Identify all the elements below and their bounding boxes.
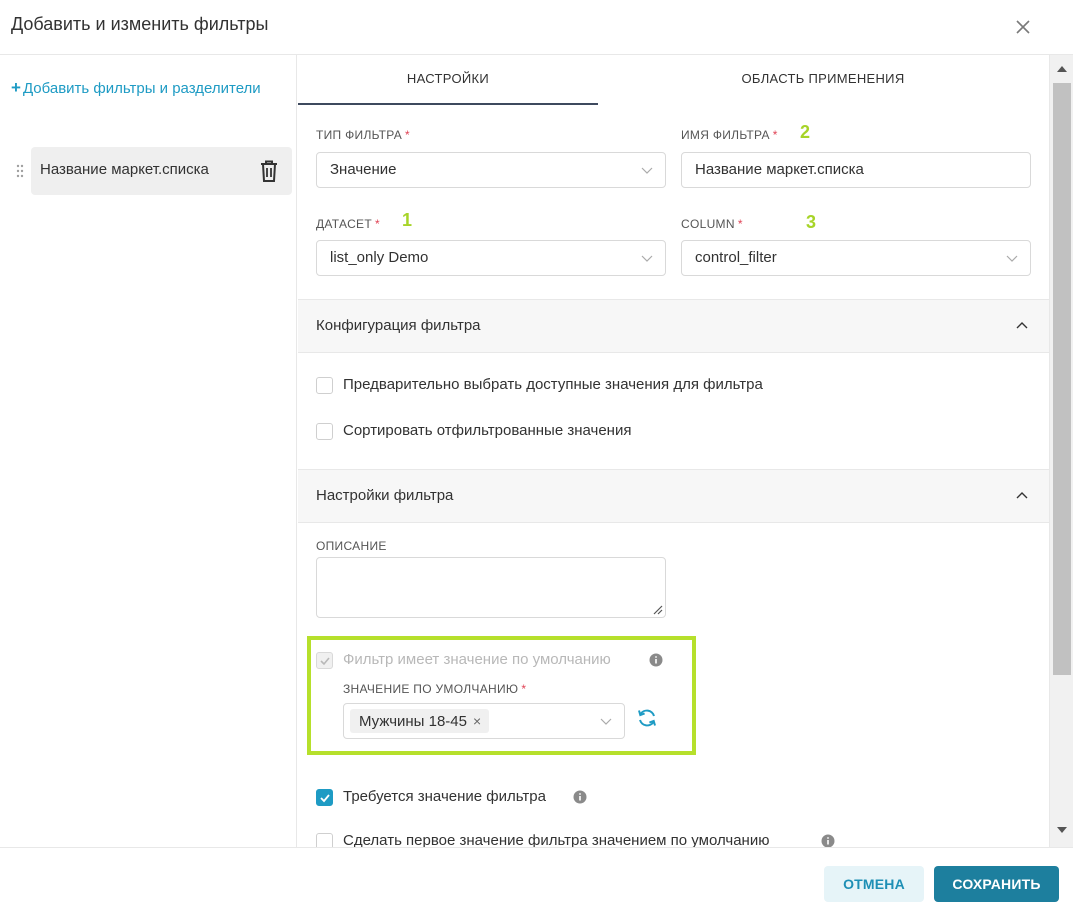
add-filters-link[interactable]: + Добавить фильтры и разделители [11,75,261,102]
required-value-checkbox[interactable] [316,789,333,806]
modal-title: Добавить и изменить фильтры [11,14,269,34]
preselect-values-checkbox[interactable] [316,377,333,394]
column-label-text: COLUMN [681,217,735,231]
required-marker: * [405,128,411,142]
default-value-tag: Мужчины 18-45 × [350,709,490,733]
has-default-value-checkbox[interactable] [316,652,333,669]
section-filter-settings-header[interactable]: Настройки фильтра [298,469,1049,523]
preselect-values-label: Предварительно выбрать доступные значени… [343,376,763,393]
save-button[interactable]: СОХРАНИТЬ [934,866,1059,902]
tabs: НАСТРОЙКИ ОБЛАСТЬ ПРИМЕНЕНИЯ [298,55,1049,105]
filter-settings-panel: НАСТРОЙКИ ОБЛАСТЬ ПРИМЕНЕНИЯ ТИП ФИЛЬТРА… [298,55,1049,847]
sidebar-filter-item[interactable]: Название маркет.списка [16,147,292,195]
description-textarea[interactable] [316,557,666,618]
default-value-label-text: ЗНАЧЕНИЕ ПО УМОЛЧАНИЮ [343,682,519,696]
chevron-up-icon [1016,322,1028,329]
close-button[interactable] [1008,12,1038,42]
required-marker: * [737,217,743,231]
default-value-select[interactable]: Мужчины 18-45 × [343,703,625,739]
sort-values-checkbox[interactable] [316,423,333,440]
section-filter-settings-title: Настройки фильтра [316,487,454,504]
dataset-label: ДАТАСЕТ * [316,217,380,231]
chevron-down-icon [641,167,653,174]
filter-name-input[interactable]: Название маркет.списка [681,152,1031,188]
filter-type-label: ТИП ФИЛЬТРА * [316,128,410,142]
section-filter-config-header[interactable]: Конфигурация фильтра [298,299,1049,353]
scroll-down-icon[interactable] [1056,826,1068,834]
scroll-thumb[interactable] [1053,83,1071,675]
required-marker: * [772,128,778,142]
annotation-marker-2: 2 [800,122,811,142]
drag-handle-icon[interactable] [15,163,25,179]
dataset-value: list_only Demo [330,249,429,266]
filter-name-label-text: ИМЯ ФИЛЬТРА [681,128,770,142]
dataset-select[interactable]: list_only Demo [316,240,666,276]
chevron-down-icon [641,255,653,262]
trash-icon[interactable] [257,158,281,184]
required-marker: * [521,682,527,696]
sidebar-filter-label: Название маркет.списка [40,161,209,178]
has-default-value-label: Фильтр имеет значение по умолчанию [343,651,611,668]
required-marker: * [374,217,380,231]
dataset-label-text: ДАТАСЕТ [316,217,372,231]
default-value-tag-label: Мужчины 18-45 [359,713,467,730]
column-label: COLUMN * [681,217,743,231]
info-icon [821,834,835,847]
first-default-checkbox[interactable] [316,833,333,847]
filter-type-value: Значение [330,161,397,178]
cancel-button[interactable]: ОТМЕНА [824,866,924,902]
checkmark-icon [320,794,330,803]
modal-footer: ОТМЕНА СОХРАНИТЬ [0,847,1073,909]
tab-scope[interactable]: ОБЛАСТЬ ПРИМЕНЕНИЯ [673,55,973,105]
filter-type-select[interactable]: Значение [316,152,666,188]
checkmark-icon [320,657,330,666]
section-filter-config-title: Конфигурация фильтра [316,317,481,334]
filter-type-label-text: ТИП ФИЛЬТРА [316,128,403,142]
resize-grip-icon[interactable] [651,603,663,615]
annotation-marker-3: 3 [806,212,817,232]
close-icon [1016,20,1030,34]
info-icon [649,653,663,667]
modal-header: Добавить и изменить фильтры [0,0,1073,55]
sort-values-label: Сортировать отфильтрованные значения [343,422,632,439]
refresh-icon[interactable] [636,707,658,729]
plus-icon: + [11,78,21,97]
info-icon [573,790,587,804]
filter-name-label: ИМЯ ФИЛЬТРА * [681,128,778,142]
required-value-label: Требуется значение фильтра [343,788,546,805]
first-default-label: Сделать первое значение фильтра значение… [343,832,770,847]
column-select[interactable]: control_filter [681,240,1031,276]
tab-settings[interactable]: НАСТРОЙКИ [298,55,598,105]
tag-remove-icon[interactable]: × [473,713,481,729]
description-label: ОПИСАНИЕ [316,539,387,553]
chevron-up-icon [1016,492,1028,499]
scroll-up-icon[interactable] [1056,65,1068,73]
chevron-down-icon [600,718,612,725]
default-value-label: ЗНАЧЕНИЕ ПО УМОЛЧАНИЮ * [343,682,526,696]
chevron-down-icon [1006,255,1018,262]
main-scrollbar[interactable] [1049,55,1073,847]
annotation-marker-1: 1 [402,210,413,230]
filters-sidebar: + Добавить фильтры и разделители Название… [0,55,297,847]
column-value: control_filter [695,249,777,266]
filter-name-value: Название маркет.списка [695,161,864,178]
add-filters-label: Добавить фильтры и разделители [22,80,261,97]
